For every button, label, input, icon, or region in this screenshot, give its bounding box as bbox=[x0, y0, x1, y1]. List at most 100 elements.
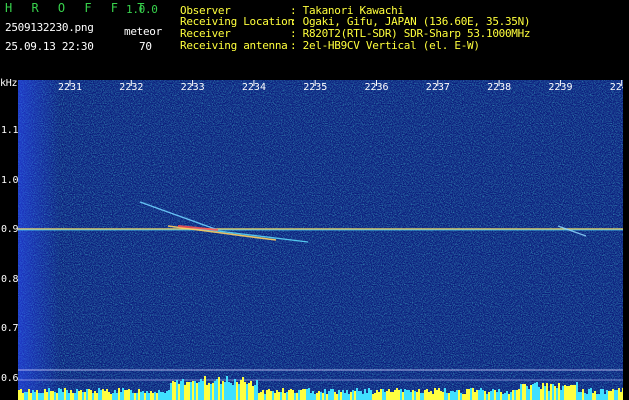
level-bar-segment bbox=[308, 388, 310, 400]
level-bar-segment bbox=[250, 381, 252, 400]
level-bar-segment bbox=[76, 389, 78, 400]
level-bar-segment bbox=[108, 392, 110, 400]
level-bar-segment bbox=[184, 385, 186, 400]
level-bar-segment bbox=[464, 394, 466, 400]
level-bar-segment bbox=[220, 384, 222, 400]
level-bar-segment bbox=[290, 389, 292, 400]
level-bar-segment bbox=[112, 393, 114, 400]
level-bar-segment bbox=[418, 389, 420, 400]
level-bar-segment bbox=[322, 393, 324, 400]
level-bar-segment bbox=[142, 391, 144, 400]
level-bar-segment bbox=[28, 389, 30, 400]
level-bar-segment bbox=[180, 381, 182, 400]
level-bar-segment bbox=[424, 390, 426, 400]
level-bar-segment bbox=[46, 392, 48, 400]
level-bar-segment bbox=[564, 385, 566, 400]
level-bar-segment bbox=[432, 394, 434, 400]
level-bar-segment bbox=[158, 390, 160, 400]
level-bar-segment bbox=[150, 391, 152, 400]
x-tick-label: 2238 bbox=[487, 82, 511, 93]
level-bar-segment bbox=[474, 392, 476, 400]
level-bar-segment bbox=[58, 388, 60, 400]
level-bar-segment bbox=[538, 387, 540, 400]
level-bar-segment bbox=[178, 384, 180, 400]
level-bar-segment bbox=[540, 389, 542, 400]
level-bar-segment bbox=[264, 394, 266, 400]
level-bar-segment bbox=[318, 391, 320, 400]
level-bar-segment bbox=[326, 394, 328, 400]
level-bar-segment bbox=[534, 383, 536, 400]
level-bar-segment bbox=[140, 392, 142, 400]
level-bar-segment bbox=[388, 389, 390, 400]
level-bar-segment bbox=[442, 392, 444, 400]
level-bar-segment bbox=[190, 382, 192, 400]
level-bar-segment bbox=[336, 394, 338, 400]
level-bar-segment bbox=[476, 390, 478, 400]
level-bar-segment bbox=[394, 390, 396, 400]
level-bar-segment bbox=[396, 388, 398, 400]
level-bar-segment bbox=[574, 385, 576, 400]
level-bar-segment bbox=[378, 392, 380, 400]
level-bar-segment bbox=[334, 392, 336, 400]
level-bar-segment bbox=[96, 393, 98, 400]
level-bar-segment bbox=[60, 389, 62, 400]
level-bar-segment bbox=[100, 390, 102, 400]
level-bar-segment bbox=[552, 384, 554, 400]
level-bar-segment bbox=[472, 388, 474, 400]
level-bar-segment bbox=[72, 393, 74, 400]
level-bar-segment bbox=[528, 389, 530, 400]
level-bar-segment bbox=[32, 390, 34, 400]
level-bar-segment bbox=[454, 392, 456, 400]
level-bar-segment bbox=[380, 389, 382, 400]
level-bar-segment bbox=[216, 379, 218, 400]
y-tick-label: 1.0 bbox=[1, 175, 19, 186]
spectrogram-plot[interactable]: 2231 2232 2233 2234 2235 2236 2237 2238 2239 2240 bbox=[18, 80, 623, 400]
level-bar-segment bbox=[590, 388, 592, 400]
level-bar-segment bbox=[30, 393, 32, 400]
level-bar-segment bbox=[544, 386, 546, 400]
level-bar-segment bbox=[20, 389, 22, 400]
level-bar-segment bbox=[258, 393, 260, 400]
level-bar-segment bbox=[160, 392, 162, 400]
level-bar-segment bbox=[608, 391, 610, 400]
level-bar-segment bbox=[354, 391, 356, 400]
level-bar-segment bbox=[276, 390, 278, 400]
level-bar-segment bbox=[268, 389, 270, 400]
level-bar-segment bbox=[324, 389, 326, 400]
level-bar-segment bbox=[252, 386, 254, 400]
level-bar-segment bbox=[300, 390, 302, 400]
level-bar-segment bbox=[204, 376, 206, 400]
level-bar-segment bbox=[80, 390, 82, 400]
level-bar-segment bbox=[358, 391, 360, 400]
level-bar-segment bbox=[390, 392, 392, 400]
level-bar-segment bbox=[230, 383, 232, 400]
level-bar-segment bbox=[26, 392, 28, 400]
level-bar-segment bbox=[62, 392, 64, 400]
level-bar-segment bbox=[508, 394, 510, 400]
level-bar-segment bbox=[512, 390, 514, 400]
level-bar-segment bbox=[434, 388, 436, 400]
level-bar-segment bbox=[594, 391, 596, 400]
level-bar-segment bbox=[214, 381, 216, 400]
level-bar-segment bbox=[296, 393, 298, 400]
level-bar-segment bbox=[240, 380, 242, 400]
level-bar-segment bbox=[578, 392, 580, 400]
level-bar-segment bbox=[122, 388, 124, 400]
level-bar-segment bbox=[134, 393, 136, 400]
level-bar-segment bbox=[56, 393, 58, 400]
level-bar-segment bbox=[306, 389, 308, 400]
level-bar-segment bbox=[478, 390, 480, 400]
level-bar-segment bbox=[506, 391, 508, 400]
left-noise-band bbox=[18, 80, 623, 400]
level-bar-segment bbox=[406, 390, 408, 400]
level-bar-segment bbox=[514, 390, 516, 400]
level-bar-segment bbox=[272, 391, 274, 400]
level-bar-segment bbox=[78, 391, 80, 400]
level-bar-segment bbox=[66, 390, 68, 400]
level-bar-segment bbox=[504, 393, 506, 400]
level-bar-segment bbox=[218, 377, 220, 400]
y-tick-label: 0.8 bbox=[1, 274, 19, 285]
level-bar-segment bbox=[400, 389, 402, 400]
level-bar-segment bbox=[546, 383, 548, 400]
level-bar-segment bbox=[284, 393, 286, 400]
